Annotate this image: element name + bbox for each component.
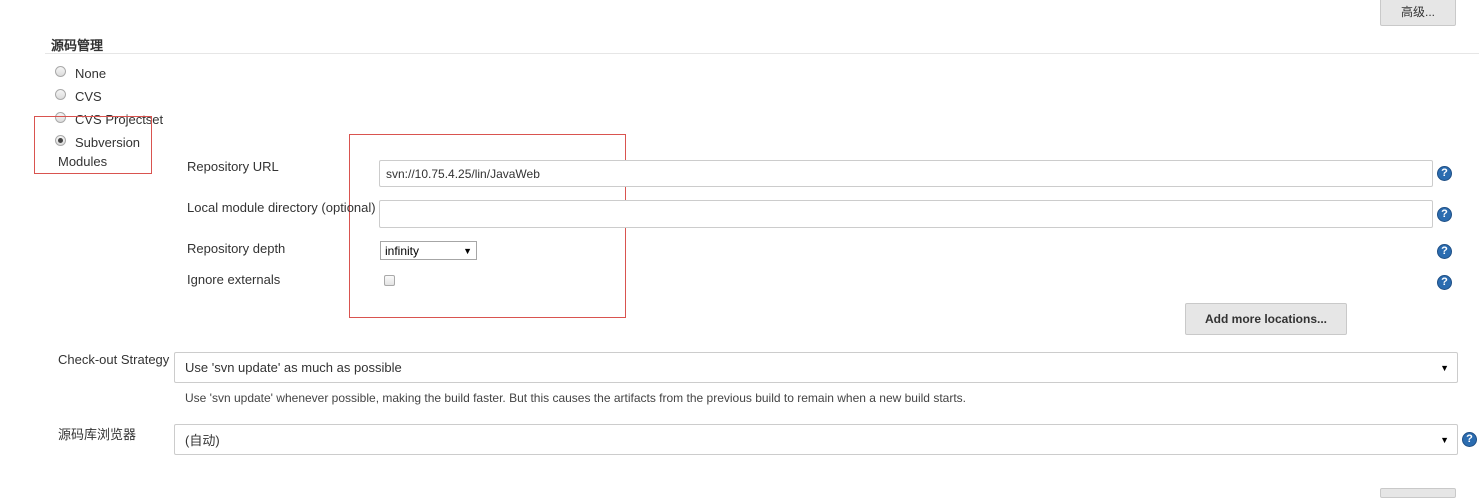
- repository-url-label: Repository URL: [187, 159, 279, 174]
- checkout-strategy-label: Check-out Strategy: [58, 352, 170, 367]
- repository-url-value: svn://10.75.4.25/lin/JavaWeb: [386, 166, 540, 181]
- caret-down-icon: ▼: [463, 245, 472, 256]
- help-icon[interactable]: ?: [1437, 275, 1452, 290]
- radio-cvs-projectset[interactable]: [55, 112, 66, 123]
- local-module-dir-input[interactable]: [379, 200, 1433, 228]
- section-divider: [45, 53, 1479, 54]
- bottom-button-partial[interactable]: [1380, 488, 1456, 498]
- radio-label-none: None: [75, 66, 107, 81]
- radio-subversion[interactable]: [55, 135, 66, 146]
- checkout-strategy-select[interactable]: Use 'svn update' as much as possible ▼: [174, 352, 1458, 383]
- radio-label-cvs: CVS: [75, 89, 102, 104]
- modules-label: Modules: [58, 154, 108, 169]
- caret-down-icon: ▼: [1440, 434, 1449, 445]
- advanced-button[interactable]: 高级...: [1380, 0, 1456, 26]
- help-icon[interactable]: ?: [1437, 166, 1452, 181]
- repository-depth-select[interactable]: infinity ▼: [380, 241, 477, 260]
- caret-down-icon: ▼: [1440, 362, 1449, 373]
- advanced-button-label: 高级...: [1400, 4, 1435, 19]
- checkout-strategy-description: Use 'svn update' whenever possible, maki…: [185, 391, 966, 405]
- ignore-externals-label: Ignore externals: [187, 272, 281, 287]
- repository-depth-label: Repository depth: [187, 241, 286, 256]
- repository-url-input[interactable]: svn://10.75.4.25/lin/JavaWeb: [379, 160, 1433, 187]
- section-title-scm: 源码管理: [51, 38, 104, 53]
- radio-cvs[interactable]: [55, 89, 66, 100]
- ignore-externals-checkbox[interactable]: [384, 275, 395, 286]
- repository-depth-value: infinity: [385, 243, 420, 258]
- add-more-locations-button[interactable]: Add more locations...: [1185, 303, 1347, 335]
- radio-label-cvs-projectset: CVS Projectset: [75, 112, 164, 127]
- radio-none[interactable]: [55, 66, 66, 77]
- repository-browser-value: (自动): [185, 433, 220, 448]
- help-icon[interactable]: ?: [1437, 244, 1452, 259]
- repository-browser-select[interactable]: (自动) ▼: [174, 424, 1458, 455]
- add-more-locations-label: Add more locations...: [1204, 312, 1327, 326]
- help-icon[interactable]: ?: [1437, 207, 1452, 222]
- radio-label-subversion: Subversion: [75, 135, 141, 150]
- help-icon[interactable]: ?: [1462, 432, 1477, 447]
- local-module-dir-label: Local module directory (optional): [187, 200, 376, 215]
- repository-browser-label: 源码库浏览器: [58, 427, 137, 442]
- checkout-strategy-value: Use 'svn update' as much as possible: [185, 360, 402, 375]
